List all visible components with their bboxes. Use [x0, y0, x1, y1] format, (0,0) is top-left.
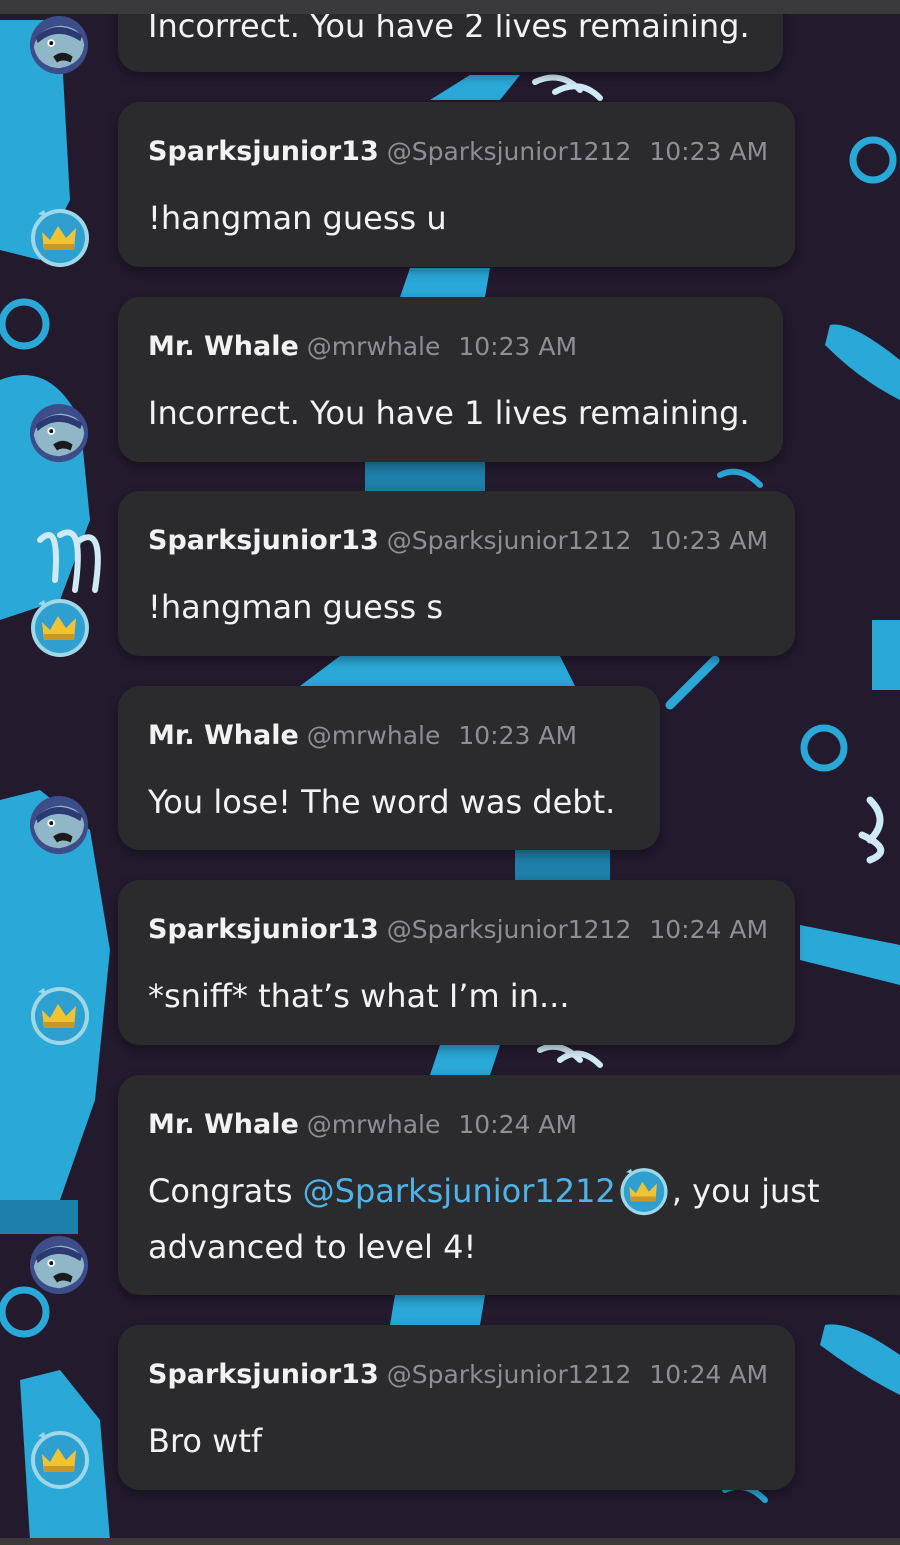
message-text: *sniff* that’s what I’m in...	[148, 977, 570, 1015]
author-name[interactable]: Sparksjunior13	[148, 1359, 379, 1390]
top-edge-bar	[0, 0, 900, 14]
author-name[interactable]: Mr. Whale	[148, 1109, 299, 1140]
message-text-line2: advanced to level 4!	[148, 1228, 477, 1266]
timestamp: 10:23 AM	[649, 526, 769, 555]
crown-avatar-icon[interactable]	[28, 204, 92, 268]
message-bubble[interactable]: Sparksjunior13 @Sparksjunior1212 10:24 AM …	[118, 1325, 795, 1490]
crown-avatar-icon[interactable]	[28, 982, 92, 1046]
author-name[interactable]: Sparksjunior13	[148, 136, 379, 167]
timestamp: 10:24 AM	[458, 1110, 578, 1139]
crown-avatar-icon[interactable]	[28, 594, 92, 658]
message-header: Mr. Whale @mrwhale 10:24 AM	[148, 1109, 577, 1140]
message-text: Bro wtf	[148, 1422, 263, 1460]
message-bubble[interactable]: Sparksjunior13 @Sparksjunior1212 10:24 AM …	[118, 880, 795, 1045]
message-header: Mr. Whale @mrwhale 10:23 AM	[148, 331, 577, 362]
message-text: Congrats @Sparksjunior1212 , you just adv…	[148, 1163, 819, 1275]
message-bubble[interactable]: Mr. Whale @mrwhale 10:23 AM Incorrect. You…	[118, 297, 783, 462]
message-text: Incorrect. You have 1 lives remaining.	[148, 394, 750, 432]
author-handle: @mrwhale	[306, 332, 441, 361]
message-text-after: , you just	[671, 1172, 820, 1210]
message-text-before: Congrats	[148, 1172, 303, 1210]
timestamp: 10:23 AM	[458, 721, 578, 750]
message-header: Sparksjunior13 @Sparksjunior1212 10:23 AM	[148, 136, 768, 167]
author-name[interactable]: Mr. Whale	[148, 331, 299, 362]
message-text: You lose! The word was debt.	[148, 783, 616, 821]
crown-avatar-icon[interactable]	[618, 1164, 670, 1216]
message-header: Sparksjunior13 @Sparksjunior1212 10:23 AM	[148, 525, 768, 556]
timestamp: 10:23 AM	[649, 137, 769, 166]
message-bubble[interactable]: Sparksjunior13 @Sparksjunior1212 10:23 AM …	[118, 491, 795, 656]
author-handle: @mrwhale	[306, 721, 441, 750]
message-text: !hangman guess s	[148, 588, 444, 626]
whale-avatar-icon[interactable]	[28, 402, 90, 464]
message-text: !hangman guess u	[148, 199, 447, 237]
author-handle: @Sparksjunior1212	[386, 1360, 632, 1389]
timestamp: 10:24 AM	[649, 1360, 769, 1389]
author-name[interactable]: Sparksjunior13	[148, 914, 379, 945]
user-mention-link[interactable]: @Sparksjunior1212	[303, 1172, 616, 1210]
timestamp: 10:24 AM	[649, 915, 769, 944]
message-header: Sparksjunior13 @Sparksjunior1212 10:24 AM	[148, 1359, 768, 1390]
timestamp: 10:23 AM	[458, 332, 578, 361]
message-bubble[interactable]: Mr. Whale @mrwhale 10:23 AM You lose! The …	[118, 686, 660, 850]
crown-avatar-icon[interactable]	[28, 1426, 92, 1490]
message-header: Sparksjunior13 @Sparksjunior1212 10:24 AM	[148, 914, 768, 945]
author-handle: @mrwhale	[306, 1110, 441, 1139]
message-header: Mr. Whale @mrwhale 10:23 AM	[148, 720, 577, 751]
author-handle: @Sparksjunior1212	[386, 915, 632, 944]
author-name[interactable]: Mr. Whale	[148, 720, 299, 751]
author-handle: @Sparksjunior1212	[386, 137, 632, 166]
whale-avatar-icon[interactable]	[28, 14, 90, 76]
author-handle: @Sparksjunior1212	[386, 526, 632, 555]
whale-avatar-icon[interactable]	[28, 794, 90, 856]
whale-avatar-icon[interactable]	[28, 1234, 90, 1296]
message-bubble[interactable]: Mr. Whale @mrwhale 10:24 AM Congrats @Spar…	[118, 1075, 900, 1295]
author-name[interactable]: Sparksjunior13	[148, 525, 379, 556]
bottom-edge-bar	[0, 1538, 900, 1545]
message-bubble[interactable]: Sparksjunior13 @Sparksjunior1212 10:23 AM …	[118, 102, 795, 267]
